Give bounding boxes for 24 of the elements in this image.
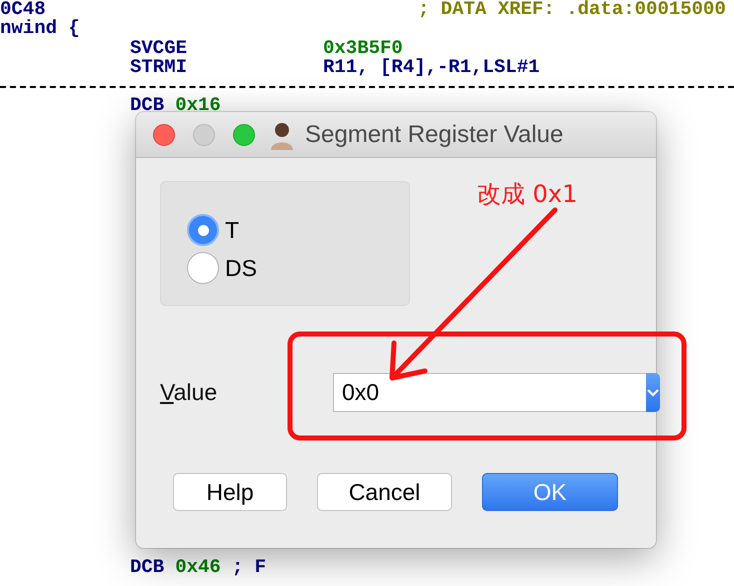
radio-option[interactable]: T: [187, 214, 409, 246]
code-mnemonic: DCB: [130, 558, 164, 577]
dropdown-button[interactable]: [646, 373, 660, 412]
code-comment: ; DATA XREF: .data:00015000: [418, 0, 726, 20]
window-title: Segment Register Value: [305, 120, 564, 148]
value-field[interactable]: 0x0: [333, 373, 646, 412]
code-label: 0C48: [0, 0, 46, 20]
code-operand: 0x16: [175, 96, 221, 116]
code-comment: ; F: [232, 558, 266, 577]
code-operand: 0x3B5F0: [323, 38, 403, 58]
value-label: Value: [160, 379, 218, 406]
chevron-down-icon: [646, 388, 660, 397]
dialog-button[interactable]: Help: [173, 473, 287, 511]
dialog-button[interactable]: Cancel: [317, 473, 452, 511]
code-label: nwind {: [0, 19, 81, 38]
code-mnemonic: STRMI: [130, 58, 188, 77]
code-operand: R11, [R4],-R1,LSL#1: [323, 58, 540, 77]
zoom-button[interactable]: [233, 124, 255, 146]
annotation-text: 改成 0x1: [477, 179, 578, 210]
radio-option[interactable]: DS: [187, 252, 409, 284]
code-operand: 0x46: [175, 558, 221, 577]
code-mnemonic: DCB: [130, 96, 164, 116]
code-mnemonic: SVCGE: [130, 38, 188, 58]
close-button[interactable]: [153, 124, 175, 146]
